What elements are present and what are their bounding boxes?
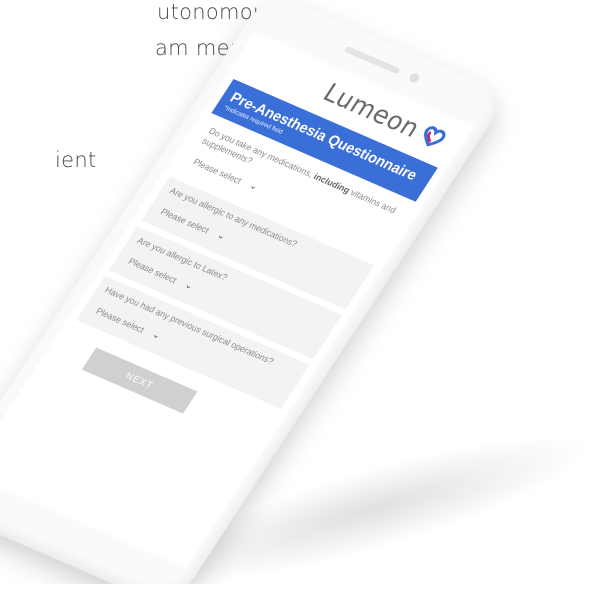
chevron-down-icon: ⌄: [150, 328, 164, 342]
chevron-down-icon: ⌄: [182, 279, 196, 292]
phone-camera: [407, 71, 422, 84]
heart-logo-icon: [424, 126, 446, 147]
phone-device: Lumeon Pre-Anesthesia Questionnaire *Ind…: [0, 0, 510, 584]
phone-screen: Lumeon Pre-Anesthesia Questionnaire *Ind…: [0, 31, 474, 569]
phone-speaker: [343, 45, 401, 75]
chevron-down-icon: ⌄: [247, 179, 261, 192]
chevron-down-icon: ⌄: [215, 229, 229, 242]
phone-mockup-area: Lumeon Pre-Anesthesia Questionnaire *Ind…: [0, 0, 611, 584]
